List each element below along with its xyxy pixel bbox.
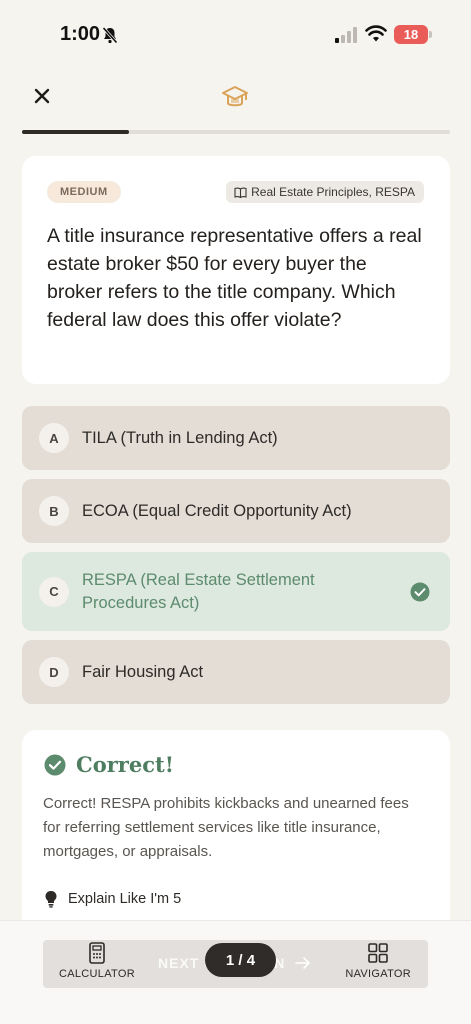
option-letter: A bbox=[39, 423, 69, 453]
calculator-label: CALCULATOR bbox=[59, 968, 135, 980]
option-letter: D bbox=[39, 657, 69, 687]
eli5-label: Explain Like I'm 5 bbox=[68, 891, 182, 907]
progress-bar bbox=[22, 130, 450, 134]
lightbulb-icon bbox=[45, 891, 57, 908]
close-icon bbox=[34, 88, 50, 104]
calculator-button[interactable]: CALCULATOR bbox=[59, 942, 135, 980]
status-bar: 1:00 18 bbox=[0, 0, 471, 66]
navigator-label: NAVIGATOR bbox=[345, 968, 411, 980]
answer-option-c[interactable]: C RESPA (Real Estate Settlement Procedur… bbox=[22, 552, 450, 631]
wifi-icon bbox=[365, 25, 387, 42]
answer-option-d[interactable]: D Fair Housing Act bbox=[22, 640, 450, 704]
status-time: 1:00 bbox=[60, 23, 101, 45]
calculator-icon bbox=[89, 942, 105, 964]
correct-check-icon bbox=[410, 582, 430, 601]
book-icon bbox=[234, 187, 247, 198]
option-label: ECOA (Equal Credit Opportunity Act) bbox=[82, 501, 352, 520]
cellular-signal-icon bbox=[335, 27, 357, 43]
check-circle-icon bbox=[44, 754, 66, 775]
difficulty-badge: MEDIUM bbox=[47, 181, 121, 203]
option-label: RESPA (Real Estate Settlement Procedures… bbox=[82, 570, 315, 612]
option-label: Fair Housing Act bbox=[82, 662, 204, 681]
topic-tag: Real Estate Principles, RESPA bbox=[226, 181, 424, 203]
option-label: TILA (Truth in Lending Act) bbox=[82, 428, 278, 447]
navigator-button[interactable]: NAVIGATOR bbox=[345, 942, 411, 980]
arrow-right-icon bbox=[295, 957, 310, 969]
progress-bar-fill bbox=[22, 130, 129, 134]
option-letter: C bbox=[39, 576, 69, 607]
feedback-title: Correct! bbox=[76, 752, 174, 777]
question-text: A title insurance representative offers … bbox=[47, 225, 422, 331]
page-indicator: 1 / 4 bbox=[205, 943, 276, 977]
graduation-cap-icon bbox=[222, 86, 248, 107]
question-card: MEDIUM Real Estate Principles, RESPA A t… bbox=[22, 156, 450, 384]
explain-like-im-5-button[interactable]: Explain Like I'm 5 bbox=[44, 890, 181, 908]
feedback-header: Correct! bbox=[44, 752, 174, 777]
grid-icon bbox=[368, 943, 388, 963]
topic-label: Real Estate Principles, RESPA bbox=[251, 185, 415, 199]
close-button[interactable] bbox=[28, 82, 56, 110]
option-letter: B bbox=[39, 496, 69, 526]
bell-muted-icon bbox=[102, 26, 118, 44]
battery-indicator: 18 bbox=[394, 25, 432, 44]
feedback-explanation: Correct! RESPA prohibits kickbacks and u… bbox=[43, 795, 409, 860]
answer-option-a[interactable]: A TILA (Truth in Lending Act) bbox=[22, 406, 450, 470]
answer-option-b[interactable]: B ECOA (Equal Credit Opportunity Act) bbox=[22, 479, 450, 543]
